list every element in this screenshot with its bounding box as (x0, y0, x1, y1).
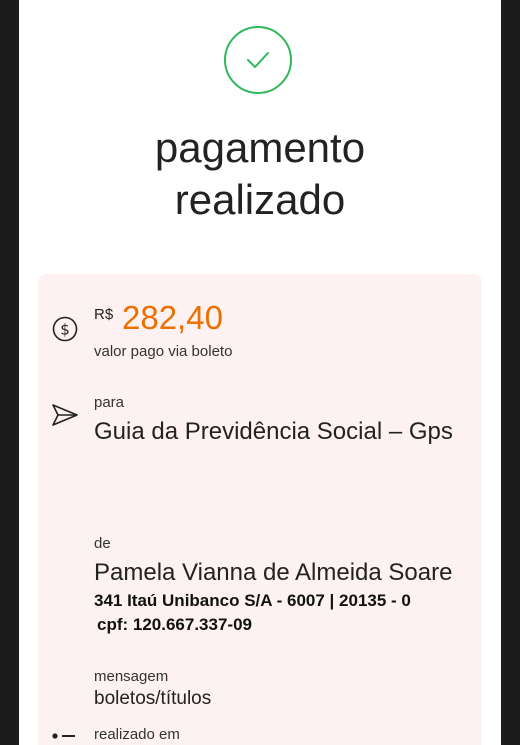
date-label: realizado em (94, 726, 180, 743)
page-title: pagamento realizado (19, 122, 501, 226)
recipient-name: Guia da Previdência Social – Gps (94, 418, 453, 445)
receipt-details-card: $ R$ 282,40 valor pago via boleto para G… (38, 274, 482, 745)
svg-text:$: $ (60, 321, 70, 339)
message-value: boletos/títulos (94, 688, 212, 709)
title-line-2: realizado (174, 176, 346, 223)
payment-amount: 282,40 (122, 299, 223, 336)
title-line-1: pagamento (154, 124, 366, 171)
message-label: mensagem (94, 668, 169, 685)
dollar-coin-icon: $ (52, 316, 78, 347)
payer-cpf: cpf: 120.667.337-09 (97, 615, 252, 634)
success-check-icon (224, 26, 292, 94)
to-label: para (94, 394, 125, 411)
payer-bank-account: 341 Itaú Unibanco S/A - 6007 | 20135 - 0 (94, 591, 411, 610)
amount-description: valor pago via boleto (94, 343, 233, 360)
calendar-list-icon (51, 728, 77, 745)
payer-name: Pamela Vianna de Almeida Soare (94, 559, 453, 586)
receipt-screen: pagamento realizado $ R$ 282,40 valor pa… (19, 0, 501, 745)
from-label: de (94, 535, 111, 552)
send-icon (51, 402, 79, 433)
currency-symbol: R$ (94, 306, 114, 323)
